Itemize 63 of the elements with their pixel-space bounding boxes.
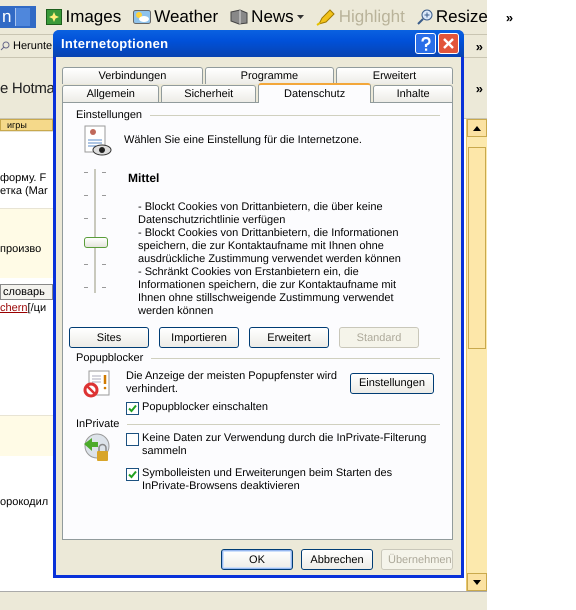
toolbar-button[interactable]: Weather — [131, 7, 220, 27]
checkbox[interactable]: Keine Daten zur Verwendung durch die InPrivate-Filterung sammeln — [126, 432, 440, 458]
newspaper-icon — [230, 9, 248, 25]
dialog-button[interactable]: Abbrechen — [301, 549, 373, 570]
page-tab[interactable]: игры — [0, 119, 53, 131]
level-name: Mittel — [128, 171, 160, 185]
tab[interactable]: Inhalte — [373, 85, 454, 102]
toolbar-button[interactable]: News — [228, 7, 306, 27]
image-icon — [46, 9, 62, 25]
more-button[interactable]: » — [506, 10, 514, 24]
toolbar-button[interactable]: Images — [44, 7, 124, 27]
window-title: Internetoptionen — [61, 36, 168, 51]
magnifier-icon — [0, 41, 10, 51]
help-icon — [420, 36, 430, 50]
dictionary-button[interactable]: словарь — [0, 284, 53, 300]
group-heading: InPrivate — [76, 418, 120, 430]
close-button[interactable] — [438, 33, 459, 54]
description-text: - Schränkt Cookies von Erstanbietern ein, die Informationen speichern, die zur Kontaktaufname mit Ihnen ohne stillschweigende Zustimmung verwendet werden können — [138, 266, 398, 318]
globe-lock-icon — [82, 432, 112, 464]
blocked-window-icon — [82, 370, 112, 400]
description-text: - Blockt Cookies von Drittanbietern, die Informationen speichern, die zur Kontaktaufname mit Ihnen ohne ausdrückliche Zustimmung verwendet werden können — [138, 227, 402, 266]
help-button[interactable] — [415, 33, 436, 54]
tab[interactable]: Sicherheit — [161, 85, 256, 102]
description-text: - Blockt Cookies von Drittanbietern, die über keine Datenschutzrichtlinie verfügen — [138, 201, 384, 227]
action-button[interactable]: Importieren — [159, 327, 239, 348]
popup-text: Die Anzeige der meisten Popupfenster wird verhindert. — [126, 370, 338, 396]
page-text: [/ци — [28, 302, 46, 314]
tab[interactable]: Allgemein — [62, 85, 160, 102]
action-button[interactable]: Sites — [69, 327, 149, 348]
group-heading: Popupblocker — [76, 352, 144, 364]
checkmark-icon — [128, 470, 137, 479]
page-link[interactable]: chern — [0, 302, 28, 314]
tab[interactable]: Datenschutz — [258, 83, 372, 103]
slider-thumb[interactable] — [84, 237, 108, 248]
more-button[interactable]: » — [476, 38, 483, 54]
tab[interactable]: Erweitert — [336, 67, 453, 84]
weather-icon — [133, 9, 152, 25]
page-text: орокодил — [0, 496, 50, 509]
action-button[interactable]: Erweitert — [249, 327, 329, 348]
zoom-icon — [416, 9, 433, 25]
settings-button[interactable]: Einstellungen — [350, 372, 434, 394]
close-icon — [443, 38, 454, 49]
page-text: форму. F — [0, 172, 48, 185]
tab[interactable]: Programme — [204, 67, 334, 84]
address-text: e Hotma — [0, 80, 55, 96]
group-heading: Einstellungen — [76, 109, 142, 121]
marker-icon — [316, 8, 336, 26]
document-eye-icon — [84, 125, 112, 157]
down-arrow-icon — [473, 580, 481, 584]
links-item[interactable]: Herunte — [0, 40, 52, 52]
page-text: произво — [0, 243, 42, 256]
up-arrow-icon — [473, 126, 481, 130]
checkbox[interactable]: Symbolleisten und Erweiterungen beim Starten des InPrivate-Browsens deaktivieren — [126, 467, 440, 493]
toolbar-button[interactable]: Resize — [414, 7, 490, 27]
dialog-button[interactable]: OK — [221, 549, 293, 570]
page-text: етка (Mar — [0, 185, 49, 198]
search-menu-button[interactable]: n — [0, 6, 36, 28]
more-button[interactable]: » — [476, 80, 483, 96]
checkmark-icon — [128, 404, 137, 413]
intro-text: Wählen Sie eine Einstellung für die Internetzone. — [124, 134, 362, 147]
tab[interactable]: Verbindungen — [62, 67, 203, 84]
scrollbar[interactable] — [466, 119, 487, 591]
checkbox[interactable]: Popupblocker einschalten — [126, 401, 440, 415]
